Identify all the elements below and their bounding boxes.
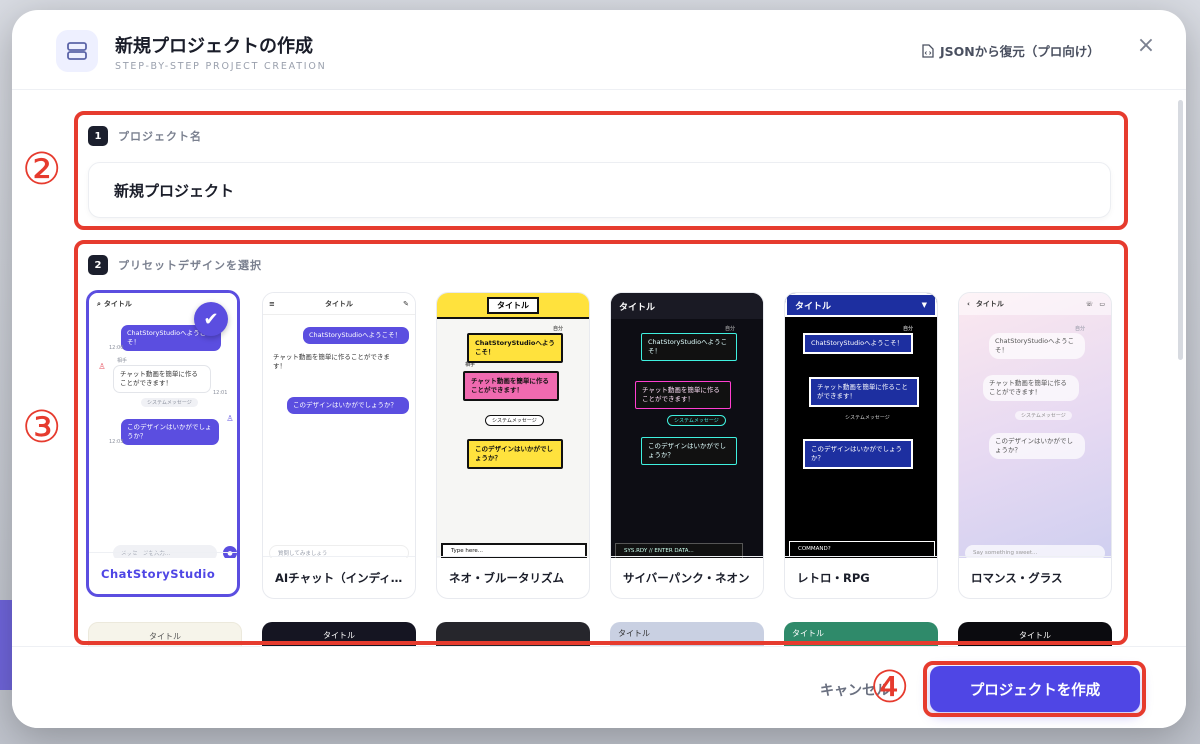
preview-title: タイトル: [619, 302, 656, 313]
preview-bubble: このデザインはいかがでしょうか？: [803, 439, 913, 469]
preset-name: レトロ・RPG: [785, 556, 937, 598]
preview-bubble: このデザインはいかがでしょうか？: [989, 433, 1085, 459]
user-icon: ♙: [98, 361, 106, 371]
preview-bubble: このデザインはいかがでしょうか？: [467, 439, 563, 469]
preview-header: タイトル: [437, 293, 589, 319]
preview-header: タイトル: [611, 293, 763, 319]
preview-bubble: チャット動画を簡単に作ることができます！: [273, 353, 390, 370]
preview-title: タイトル: [103, 300, 132, 308]
preview-system-message: システムメッセージ: [667, 415, 726, 426]
menu-icon: ≡: [269, 299, 275, 308]
preview-title: タイトル: [975, 300, 1004, 308]
preset-name: ネオ・ブルータリズム: [437, 556, 589, 598]
preview-sender: 自分: [725, 326, 736, 332]
create-project-button[interactable]: プロジェクトを作成: [930, 666, 1140, 712]
layout-icon: [56, 30, 98, 72]
preview-sender: 相手: [465, 362, 476, 368]
preview-header: ≡ タイトル ✎: [263, 293, 415, 315]
file-code-icon: [922, 43, 934, 58]
preset-preview: ‹ タイトル ☏ ▭ 自分 ChatStoryStudioへようこそ！ チャット…: [959, 293, 1111, 558]
user-icon: ♙: [226, 413, 234, 423]
preview-sender: 自分: [1075, 326, 1086, 332]
preview-bubble: ChatStoryStudioへようこそ！: [641, 333, 737, 361]
preview-bubble: このデザインはいかがでしょうか？: [287, 397, 409, 414]
preview-bubble: ChatStoryStudioへようこそ！: [303, 327, 409, 344]
modal-header: 新規プロジェクトの作成 STEP-BY-STEP PROJECT CREATIO…: [12, 10, 1186, 90]
preview-title: タイトル: [325, 299, 353, 308]
preset-name: サイバーパンク・ネオン: [611, 556, 763, 598]
preset-name: ChatStoryStudio: [89, 552, 237, 594]
step2-label-text: プリセットデザインを選択: [118, 259, 262, 272]
preset-preview: タイトル ▼ 自分 ChatStoryStudioへようこそ！ チャット動画を簡…: [785, 293, 937, 558]
preview-header: タイトル ▼: [785, 293, 937, 317]
preview-bubble: このデザインはいかがでしょうか？: [641, 437, 737, 465]
preset-card-cyberpunk-neon[interactable]: タイトル 自分 ChatStoryStudioへようこそ！ チャット動画を簡単に…: [610, 292, 764, 599]
preview-bubble: ChatStoryStudioへようこそ！: [989, 333, 1085, 359]
annotation-number-2: ②: [22, 144, 62, 195]
preset-card-romance-glass[interactable]: ‹ タイトル ☏ ▭ 自分 ChatStoryStudioへようこそ！ チャット…: [958, 292, 1112, 599]
preview-system-message: システムメッセージ: [1015, 411, 1072, 420]
preview-header: ‹ タイトル ☏ ▭: [959, 293, 1111, 315]
step-number-badge: 1: [88, 126, 108, 146]
preview-title: タイトル: [795, 301, 832, 312]
preset-card-chatstorystudio[interactable]: ⌕ タイトル ChatStoryStudioへようこそ！ 12:00 相手 ♙ チ…: [86, 290, 240, 597]
preset-preview: タイトル 自分 ChatStoryStudioへようこそ！ 相手 チャット動画を…: [437, 293, 589, 558]
preview-input: COMMAND?: [789, 541, 935, 557]
edit-icon: ✎: [403, 299, 409, 308]
preset-card-ai-chat[interactable]: ≡ タイトル ✎ ChatStoryStudioへようこそ！ チャット動画を簡単…: [262, 292, 416, 599]
preview-system-message: システムメッセージ: [485, 415, 544, 426]
step2-label: 2 プリセットデザインを選択: [88, 255, 262, 275]
preset-preview: ≡ タイトル ✎ ChatStoryStudioへようこそ！ チャット動画を簡単…: [263, 293, 415, 558]
phone-icon: ☏: [1085, 300, 1093, 308]
preview-system-message: システムメッセージ: [141, 398, 198, 407]
preset-card-neo-brutalism[interactable]: タイトル 自分 ChatStoryStudioへようこそ！ 相手 チャット動画を…: [436, 292, 590, 599]
back-icon: ‹: [967, 300, 970, 308]
preview-bubble: チャット動画を簡単に作ることができます！: [113, 365, 211, 393]
preview-title: タイトル: [618, 629, 650, 638]
scrollbar[interactable]: [1178, 100, 1183, 360]
preview-bubble: チャット動画を簡単に作ることができます！: [463, 371, 559, 401]
modal-subtitle: STEP-BY-STEP PROJECT CREATION: [115, 61, 327, 72]
preview-system-message: システムメッセージ: [845, 415, 890, 421]
preview-sender: 自分: [903, 326, 914, 332]
search-icon: ⌕: [97, 299, 101, 308]
preview-title: タイトル: [792, 629, 824, 638]
preview-bubble: チャット動画を簡単に作ることができます！: [809, 377, 919, 407]
preview-bubble: チャット動画を簡単に作ることができます！: [983, 375, 1079, 401]
check-icon: ✔: [194, 302, 228, 336]
modal-title: 新規プロジェクトの作成: [115, 36, 313, 57]
preset-name: ロマンス・グラス: [959, 556, 1111, 598]
close-icon[interactable]: ×: [1136, 35, 1156, 57]
preset-card-retro-rpg[interactable]: タイトル ▼ 自分 ChatStoryStudioへようこそ！ チャット動画を簡…: [784, 292, 938, 599]
annotation-number-4: ④: [870, 662, 910, 713]
preview-bubble: このデザインはいかがでしょうか？: [121, 419, 219, 445]
preview-bubble: ChatStoryStudioへようこそ！: [467, 333, 563, 363]
chevron-down-icon: ▼: [921, 301, 927, 309]
preview-time: 12:01: [213, 390, 228, 396]
preview-time: 12:00: [109, 345, 124, 351]
preview-title: タイトル: [487, 296, 539, 314]
preset-name: AIチャット（インディ…: [263, 556, 415, 598]
preview-bubble: チャット動画を簡単に作ることができます！: [635, 381, 731, 409]
video-icon: ▭: [1099, 300, 1105, 308]
preview-time: 12:03: [109, 439, 124, 445]
step1-label: 1 プロジェクト名: [88, 126, 202, 146]
project-name-input[interactable]: [88, 162, 1111, 218]
step-number-badge: 2: [88, 255, 108, 275]
preset-preview: タイトル 自分 ChatStoryStudioへようこそ！ チャット動画を簡単に…: [611, 293, 763, 558]
preview-sender: 自分: [553, 326, 564, 332]
step1-label-text: プロジェクト名: [118, 130, 202, 143]
annotation-number-3: ③: [22, 402, 62, 453]
preview-sender: 相手: [117, 358, 128, 364]
new-project-modal: 新規プロジェクトの作成 STEP-BY-STEP PROJECT CREATIO…: [12, 10, 1186, 728]
preview-bubble: ChatStoryStudioへようこそ！: [803, 333, 913, 354]
restore-from-json-button[interactable]: JSONから復元（プロ向け）: [922, 41, 1100, 60]
restore-label: JSONから復元（プロ向け）: [940, 44, 1100, 59]
